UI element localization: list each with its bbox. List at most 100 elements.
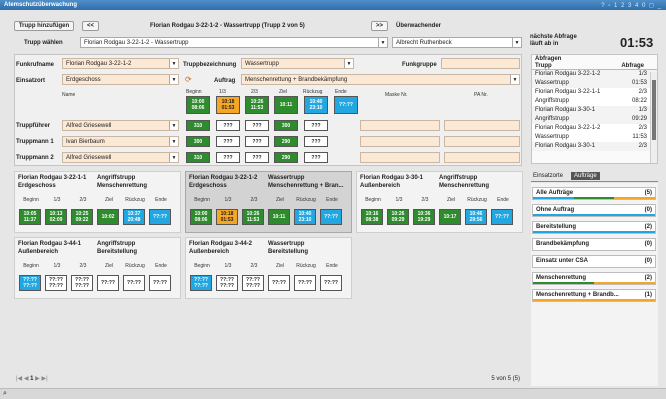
pressure-value[interactable]: ??? — [304, 136, 328, 147]
card-status-cell[interactable]: 10:25 09:22 — [71, 209, 93, 225]
abfrage-row[interactable]: Angriffstrupp 09:29 — [532, 115, 657, 124]
abfrage-row[interactable]: Florian Rodgau 3-22-1-2 2/3 — [532, 124, 657, 133]
abfrage-row[interactable]: Wassertrupp 11:53 — [532, 133, 657, 142]
chevron-down-icon[interactable]: ▼ — [169, 121, 178, 130]
member-name-select[interactable]: Ivan Bierbaum ▼ — [62, 136, 179, 147]
card-status-cell[interactable]: ??:?? — [97, 275, 119, 291]
pressure-value[interactable]: ??? — [245, 136, 269, 147]
card-status-cell[interactable]: 10:02 — [97, 209, 119, 225]
supervisor-select[interactable]: Albrecht Ruthenbeck ▼ — [392, 37, 522, 48]
card-status-cell[interactable]: 10:18 01:53 — [216, 209, 238, 225]
card-status-cell[interactable]: 10:37 20:48 — [123, 209, 145, 225]
chevron-down-icon[interactable]: ▼ — [169, 59, 178, 68]
pressure-value[interactable]: 290 — [274, 152, 298, 163]
chevron-down-icon[interactable]: ▼ — [169, 137, 178, 146]
pa-field[interactable] — [444, 152, 520, 163]
chevron-down-icon[interactable]: ▼ — [510, 75, 519, 84]
pressure-start[interactable]: 310 — [186, 152, 210, 163]
funkrufname-select[interactable]: Florian Rodgau 3-22-1-2 ▼ — [62, 58, 179, 69]
scroll-thumb[interactable] — [652, 80, 656, 140]
add-trupp-button[interactable]: Trupp hinzufügen — [14, 21, 74, 31]
status-cell[interactable]: 10:40 23:10 — [304, 96, 328, 114]
card-status-cell[interactable]: 10:26 09:29 — [387, 209, 409, 225]
prev-trupp-button[interactable]: << — [82, 21, 99, 31]
card-status-cell[interactable]: ??:?? — [491, 209, 513, 225]
card-status-cell[interactable]: 10:36 19:29 — [413, 209, 435, 225]
truppbezeichnung-select[interactable]: Wassertrupp ▼ — [241, 58, 354, 69]
auftrag-filter-item[interactable]: Bereitstellung (2) — [532, 221, 656, 234]
pressure-value[interactable]: 300 — [274, 120, 298, 131]
card-status-cell[interactable]: 10:13 02:09 — [45, 209, 67, 225]
maske-field[interactable] — [360, 152, 440, 163]
trupp-card[interactable]: Florian Rodgau 3-30-1 Angriffstrupp Außenb… — [356, 171, 523, 233]
status-cell[interactable]: 10:18 01:53 — [216, 96, 240, 114]
first-page-icon[interactable]: |◀ — [16, 375, 22, 382]
member-name-select[interactable]: Alfred Griesewell ▼ — [62, 120, 179, 131]
auftrag-filter-item[interactable]: Einsatz unter CSA (0) — [532, 255, 656, 268]
tab-einsatzorte[interactable]: Einsatzorte — [533, 173, 563, 179]
maske-field[interactable] — [360, 136, 440, 147]
pressure-value[interactable]: ??? — [216, 152, 240, 163]
card-status-cell[interactable]: ??:?? — [149, 275, 171, 291]
card-status-cell[interactable]: 10:00 08:06 — [190, 209, 212, 225]
chevron-down-icon[interactable]: ▼ — [512, 38, 521, 47]
card-status-cell[interactable]: ??:????:?? — [19, 275, 41, 291]
search-icon[interactable]: ⌕ — [3, 390, 7, 398]
chevron-down-icon[interactable]: ▼ — [169, 75, 178, 84]
card-status-cell[interactable]: ??:?? — [294, 275, 316, 291]
pressure-value[interactable]: ??? — [245, 120, 269, 131]
tab-auftraege[interactable]: Aufträge — [571, 172, 600, 180]
member-name-select[interactable]: Alfred Griesewell ▼ — [62, 152, 179, 163]
trupp-select[interactable]: Florian Rodgau 3-22-1-2 - Wassertrupp ▼ — [80, 37, 388, 48]
card-status-cell[interactable]: ??:????:?? — [45, 275, 67, 291]
pressure-value[interactable]: ??? — [304, 152, 328, 163]
maske-field[interactable] — [360, 120, 440, 131]
abfrage-row[interactable]: Florian Rodgau 3-22-1-2 1/3 — [532, 70, 657, 79]
next-page-icon[interactable]: ▶ — [35, 375, 40, 382]
chevron-down-icon[interactable]: ▼ — [378, 38, 387, 47]
auftrag-filter-item[interactable]: Alle Aufträge (5) — [532, 187, 656, 200]
trupp-card[interactable]: Florian Rodgau 3-22-1-2 Wassertrupp Erdges… — [185, 171, 352, 233]
auftrag-filter-item[interactable]: Menschenrettung + Brandb... (1) — [532, 289, 656, 302]
card-status-cell[interactable]: ??:????:?? — [71, 275, 93, 291]
abfrage-row[interactable]: Florian Rodgau 3-30-1 1/3 — [532, 106, 657, 115]
chevron-down-icon[interactable]: ▼ — [344, 59, 353, 68]
card-status-cell[interactable]: 10:40 23:10 — [294, 209, 316, 225]
card-status-cell[interactable]: ??:?? — [320, 209, 342, 225]
funkgruppe-field[interactable] — [441, 58, 520, 69]
next-trupp-button[interactable]: >> — [371, 21, 388, 31]
abfrage-row[interactable]: Angriffstrupp 08:22 — [532, 97, 657, 106]
prev-page-icon[interactable]: ◀ — [24, 375, 29, 382]
card-status-cell[interactable]: 10:11 — [268, 209, 290, 225]
status-cell[interactable]: ??:?? — [334, 96, 358, 114]
pa-field[interactable] — [444, 136, 520, 147]
chevron-down-icon[interactable]: ▼ — [169, 153, 178, 162]
auftrag-filter-item[interactable]: Ohne Auftrag (0) — [532, 204, 656, 217]
pa-field[interactable] — [444, 120, 520, 131]
pressure-value[interactable]: 290 — [274, 136, 298, 147]
pressure-start[interactable]: 310 — [186, 120, 210, 131]
auftrag-filter-item[interactable]: Menschenrettung (2) — [532, 272, 656, 285]
card-status-cell[interactable]: 10:26 11:53 — [242, 209, 264, 225]
auftrag-filter-item[interactable]: Brandbekämpfung (0) — [532, 238, 656, 251]
card-status-cell[interactable]: 10:17 — [439, 209, 461, 225]
last-page-icon[interactable]: ▶| — [41, 375, 47, 382]
pressure-start[interactable]: 300 — [186, 136, 210, 147]
trupp-card[interactable]: Florian Rodgau 3-44-2 Wassertrupp Außenber… — [185, 237, 352, 299]
status-cell[interactable]: 10:11 — [274, 96, 298, 114]
card-status-cell[interactable]: ??:?? — [123, 275, 145, 291]
pressure-value[interactable]: ??? — [245, 152, 269, 163]
pressure-value[interactable]: ??? — [216, 120, 240, 131]
abfrage-row[interactable]: Florian Rodgau 3-30-1 2/3 — [532, 142, 657, 151]
card-status-cell[interactable]: ??:?? — [149, 209, 171, 225]
auftrag-select[interactable]: Menschenrettung + Brandbekämpfung ▼ — [241, 74, 520, 85]
card-status-cell[interactable]: ??:????:?? — [242, 275, 264, 291]
abfrage-row[interactable]: Wassertrupp 01:53 — [532, 79, 657, 88]
pressure-value[interactable]: ??? — [216, 136, 240, 147]
card-status-cell[interactable]: 10:16 08:38 — [361, 209, 383, 225]
card-status-cell[interactable]: ??:????:?? — [190, 275, 212, 291]
status-cell[interactable]: 10:26 11:53 — [245, 96, 269, 114]
card-status-cell[interactable]: 10:46 29:56 — [465, 209, 487, 225]
card-status-cell[interactable]: ??:?? — [320, 275, 342, 291]
pressure-value[interactable]: ??? — [304, 120, 328, 131]
